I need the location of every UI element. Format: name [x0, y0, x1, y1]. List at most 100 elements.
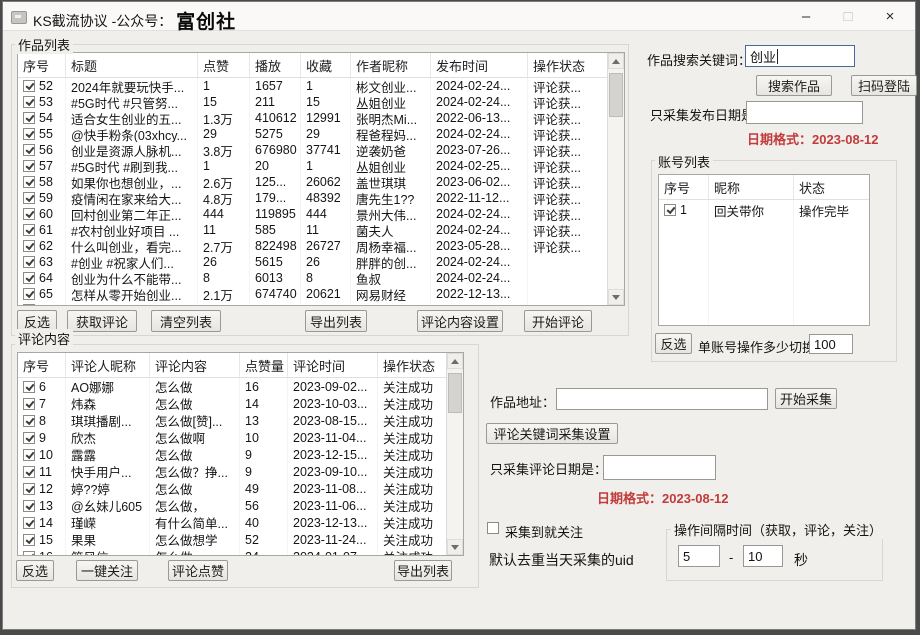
row-checkbox[interactable]	[23, 500, 35, 512]
table-row[interactable]: 61 #农村创业好项目 ... 11 585 11 菌夫人 2024-02-24…	[18, 222, 624, 238]
start-collect-button[interactable]: 开始采集	[775, 388, 837, 409]
table-row[interactable]: 62 什么叫创业，看完... 2.7万 822498 26727 周杨幸福...…	[18, 238, 624, 254]
table-row[interactable]: 7 炜森 怎么做 14 2023-10-03... 关注成功	[18, 395, 463, 412]
row-checkbox[interactable]	[23, 483, 35, 495]
scrollbar-down-button[interactable]	[608, 289, 624, 305]
scrollbar-down-button[interactable]	[447, 539, 463, 555]
search-works-button[interactable]: 搜索作品	[756, 75, 832, 96]
comments-invert-selection-button[interactable]: 反选	[16, 560, 54, 581]
scrollbar-thumb[interactable]	[609, 73, 623, 117]
table-row[interactable]: 54 适合女生创业的五... 1.3万 410612 12991 张明杰Mi..…	[18, 110, 624, 126]
row-checkbox[interactable]	[23, 80, 35, 92]
row-checkbox[interactable]	[23, 224, 35, 236]
table-row[interactable]: 16 第风信 怎么做 24 2024-01-07... 关注成功	[18, 548, 463, 556]
row-checkbox[interactable]	[23, 381, 35, 393]
scrollbar-up-button[interactable]	[608, 53, 624, 69]
column-header[interactable]: 播放	[250, 53, 301, 77]
row-checkbox[interactable]	[23, 240, 35, 252]
row-checkbox[interactable]	[23, 112, 35, 124]
row-checkbox[interactable]	[23, 96, 35, 108]
table-row[interactable]: 55 @快手粉条(03xhcy... 29 5275 29 程爸程妈... 20…	[18, 126, 624, 142]
column-header[interactable]: 发布时间	[431, 53, 528, 77]
row-checkbox[interactable]	[23, 466, 35, 478]
column-header[interactable]: 状态	[794, 175, 869, 199]
column-header[interactable]: 收藏	[301, 53, 351, 77]
table-row[interactable]: 65 怎样从零开始创业... 2.1万 674740 20621 网易财经 20…	[18, 286, 624, 302]
row-checkbox[interactable]	[23, 304, 35, 306]
table-row[interactable]: 11 快手用户... 怎么做？挣... 9 2023-09-10... 关注成功	[18, 463, 463, 480]
row-checkbox[interactable]	[23, 192, 35, 204]
table-row[interactable]: 13 @幺妹儿605 怎么做， 56 2023-11-06... 关注成功	[18, 497, 463, 514]
maximize-button[interactable]: □	[827, 2, 869, 30]
table-row[interactable]: 12 婷??婷 怎么做 49 2023-11-08... 关注成功	[18, 480, 463, 497]
table-row[interactable]: 9 欣杰 怎么做啊 10 2023-11-04... 关注成功	[18, 429, 463, 446]
row-checkbox[interactable]	[23, 432, 35, 444]
row-checkbox[interactable]	[23, 128, 35, 140]
table-row[interactable]: 56 创业是资源人脉机... 3.8万 676980 37741 逆袭奶爸 20…	[18, 142, 624, 158]
row-checkbox[interactable]	[23, 534, 35, 546]
follow-on-collect-checkbox[interactable]	[487, 522, 499, 534]
close-button[interactable]: ×	[869, 2, 911, 30]
table-row[interactable]: 63 #创业 #祝家人们... 26 5615 26 胖胖的创... 2024-…	[18, 254, 624, 270]
row-checkbox[interactable]	[23, 288, 35, 300]
column-header[interactable]: 作者昵称	[351, 53, 431, 77]
column-header[interactable]: 评论时间	[288, 353, 378, 377]
like-comments-button[interactable]: 评论点赞	[168, 560, 228, 581]
interval-max-input[interactable]: 10	[743, 545, 783, 567]
row-checkbox[interactable]	[664, 204, 676, 216]
table-row[interactable]: 14 瑾嵘 有什么简单... 40 2023-12-13... 关注成功	[18, 514, 463, 531]
column-header[interactable]: 评论内容	[150, 353, 240, 377]
column-header[interactable]: 序号	[18, 353, 66, 377]
fetch-comments-button[interactable]: 获取评论	[67, 310, 137, 332]
row-checkbox[interactable]	[23, 398, 35, 410]
row-checkbox[interactable]	[23, 176, 35, 188]
table-row[interactable]: 15 果果 怎么做想学 52 2023-11-24... 关注成功	[18, 531, 463, 548]
table-row[interactable]: 52 2024年就要玩快手... 1 1657 1 彬文创业... 2024-0…	[18, 78, 624, 94]
comment-date-input[interactable]	[603, 455, 716, 480]
row-checkbox[interactable]	[23, 144, 35, 156]
qr-login-button[interactable]: 扫码登陆	[851, 75, 917, 96]
column-header[interactable]: 序号	[659, 175, 709, 199]
scrollbar-up-button[interactable]	[447, 353, 463, 369]
scrollbar[interactable]	[607, 53, 624, 305]
table-row[interactable]: 8 琪琪播剧... 怎么做[赞]... 13 2023-08-15... 关注成…	[18, 412, 463, 429]
table-row[interactable]: 53 #5G时代 #只管努... 15 211 15 丛姐创业 2024-02-…	[18, 94, 624, 110]
column-header[interactable]: 点赞量	[240, 353, 288, 377]
column-header[interactable]: 评论人昵称	[66, 353, 150, 377]
column-header[interactable]: 标题	[66, 53, 198, 77]
column-header[interactable]: 操作状态	[528, 53, 607, 77]
comment-content-settings-button[interactable]: 评论内容设置	[417, 310, 503, 332]
row-checkbox[interactable]	[23, 272, 35, 284]
table-row[interactable]: 66 一月改变... 万 幺妹儿创业...	[18, 302, 624, 306]
export-works-list-button[interactable]: 导出列表	[305, 310, 367, 332]
table-row[interactable]: 59 疫情闲在家来给大... 4.8万 179... 48392 唐先生1?? …	[18, 190, 624, 206]
follow-all-button[interactable]: 一键关注	[76, 560, 138, 581]
accounts-invert-selection-button[interactable]: 反选	[655, 333, 692, 354]
column-header[interactable]: 序号	[18, 53, 66, 77]
minimize-button[interactable]: –	[785, 2, 827, 30]
publish-date-input[interactable]	[746, 101, 863, 124]
row-checkbox[interactable]	[23, 517, 35, 529]
column-header[interactable]: 点赞	[198, 53, 250, 77]
clear-list-button[interactable]: 清空列表	[151, 310, 221, 332]
table-row[interactable]: 58 如果你也想创业，... 2.6万 125... 26062 盖世琪琪 20…	[18, 174, 624, 190]
row-checkbox[interactable]	[23, 256, 35, 268]
works-url-input[interactable]	[556, 388, 768, 410]
table-row[interactable]: 57 #5G时代 #刷到我... 1 20 1 丛姐创业 2024-02-25.…	[18, 158, 624, 174]
scrollbar-thumb[interactable]	[448, 373, 462, 413]
table-row[interactable]: 60 回村创业第二年正... 444 119895 444 景州大伟... 20…	[18, 206, 624, 222]
row-checkbox[interactable]	[23, 449, 35, 461]
table-row[interactable]: 10 露露 怎么做 9 2023-12-15... 关注成功	[18, 446, 463, 463]
row-checkbox[interactable]	[23, 208, 35, 220]
start-comment-button[interactable]: 开始评论	[524, 310, 592, 332]
row-checkbox[interactable]	[23, 160, 35, 172]
row-checkbox[interactable]	[23, 551, 35, 557]
row-checkbox[interactable]	[23, 415, 35, 427]
account-switch-input[interactable]: 100	[809, 334, 853, 354]
table-row[interactable]: 1 回关带你 操作完毕	[659, 200, 869, 220]
table-row[interactable]: 64 创业为什么不能带... 8 6013 8 鱼叔 2024-02-24...	[18, 270, 624, 286]
interval-min-input[interactable]: 5	[678, 545, 720, 567]
comment-keyword-settings-button[interactable]: 评论关键词采集设置	[486, 423, 618, 444]
scrollbar[interactable]	[446, 353, 463, 555]
column-header[interactable]: 昵称	[709, 175, 794, 199]
